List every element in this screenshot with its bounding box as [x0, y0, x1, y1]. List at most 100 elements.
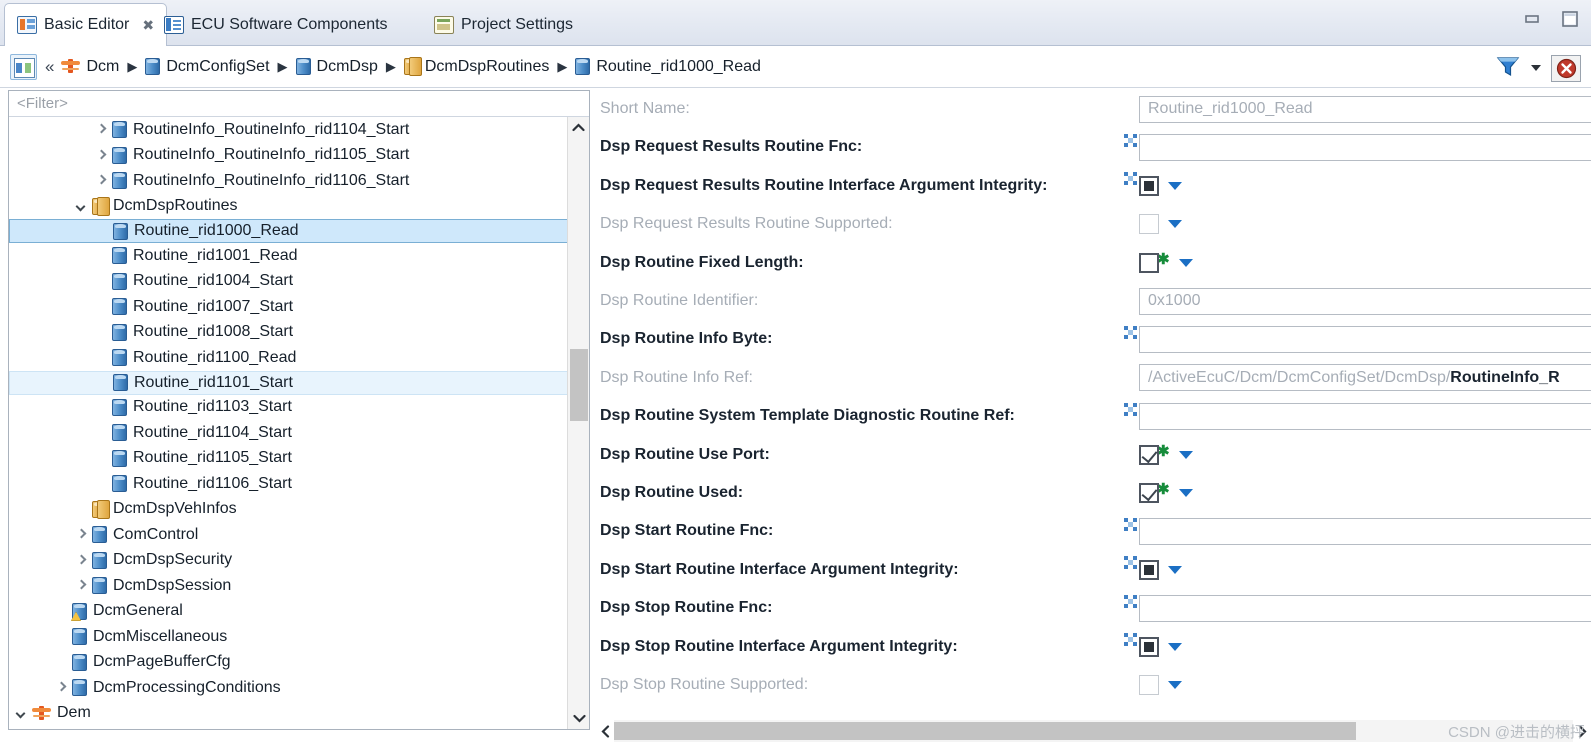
text-input[interactable] — [1139, 325, 1591, 353]
maximize-button[interactable] — [1557, 8, 1583, 30]
tree-filter-input[interactable]: <Filter> — [9, 91, 589, 117]
text-input[interactable] — [1139, 594, 1591, 622]
tree-item[interactable]: Routine_rid1100_Read — [9, 345, 589, 371]
chevron-right-icon[interactable] — [75, 528, 88, 541]
chevron-down-icon[interactable] — [568, 708, 589, 729]
chevron-down-icon[interactable] — [1529, 60, 1543, 78]
chevron-up-icon[interactable] — [568, 117, 589, 138]
chevron-right-icon[interactable] — [95, 123, 108, 136]
model-tree-panel: <Filter> RoutineInfo_RoutineInfo_rid1104… — [8, 90, 590, 730]
tree-item[interactable]: RoutineInfo_RoutineInfo_rid1105_Start — [9, 143, 589, 169]
chevron-down-icon[interactable] — [1178, 258, 1193, 267]
chevron-down-icon[interactable] — [1168, 220, 1182, 229]
reference-path-input[interactable]: /ActiveEcuC/Dcm/DcmConfigSet/DcmDsp/Rout… — [1139, 364, 1591, 392]
tree-scroll-thumb[interactable] — [570, 349, 588, 421]
reference-link-icon[interactable] — [1124, 633, 1137, 647]
tree-item[interactable]: Routine_rid1004_Start — [9, 269, 589, 295]
checkbox[interactable] — [1139, 444, 1159, 465]
breadcrumb-item-dcmconfigset[interactable]: DcmConfigSet — [145, 58, 270, 76]
container-orange-multi-icon — [92, 499, 110, 519]
chevron-down-icon[interactable] — [1168, 642, 1182, 651]
text-input[interactable] — [1139, 133, 1591, 161]
tree-item[interactable]: DcmMiscellaneous — [9, 624, 589, 650]
reference-link-icon[interactable] — [1124, 172, 1137, 186]
tree-item[interactable]: Routine_rid1106_Start — [9, 471, 589, 497]
tree-item-label: RoutineInfo_RoutineInfo_rid1104_Start — [133, 120, 410, 138]
editor-tab-bar: Basic Editor ✖ ECU Software Components P… — [0, 0, 1591, 46]
container-blue-icon — [92, 577, 107, 595]
chevron-down-icon[interactable] — [1178, 489, 1193, 497]
reference-link-icon[interactable] — [1124, 402, 1137, 416]
tab-ecu-software-components[interactable]: ECU Software Components — [152, 4, 400, 46]
tree-item-label: Routine_rid1004_Start — [133, 272, 294, 290]
reference-link-icon[interactable] — [1124, 556, 1137, 570]
form-scroll-thumb[interactable] — [614, 722, 1356, 740]
dcm-module-icon — [61, 58, 81, 75]
tree-item[interactable]: DcmProcessingConditions — [9, 675, 589, 701]
chevron-right-icon[interactable] — [75, 554, 88, 567]
tree-item-label: Routine_rid1103_Start — [133, 398, 292, 416]
chevron-right-icon[interactable] — [75, 579, 88, 592]
reference-link-icon[interactable] — [1124, 517, 1137, 531]
breadcrumb-item-dcmdsp[interactable]: DcmDsp — [295, 58, 378, 76]
tree-item[interactable]: Dem — [9, 701, 589, 727]
outline-view-icon[interactable] — [10, 53, 37, 80]
tree-item[interactable]: DcmDspRoutines — [9, 194, 589, 220]
tree-item[interactable]: Routine_rid1007_Start — [9, 294, 589, 320]
form-horizontal-scrollbar[interactable] — [596, 718, 1591, 744]
reference-link-icon[interactable] — [1124, 594, 1137, 608]
chevron-down-icon[interactable] — [15, 707, 28, 720]
tree-item[interactable]: Routine_rid1103_Start — [9, 395, 589, 421]
breadcrumb-item-routine-rid1000-read[interactable]: Routine_rid1000_Read — [575, 58, 761, 76]
reference-link-icon[interactable] — [1124, 133, 1137, 147]
checkbox[interactable] — [1139, 252, 1159, 273]
minimize-button[interactable] — [1519, 8, 1545, 30]
checkbox[interactable] — [1139, 175, 1159, 196]
form-row-control: Routine_rid1000_Read — [1124, 95, 1591, 123]
reference-link-icon[interactable] — [1124, 325, 1137, 339]
chevron-right-icon[interactable] — [55, 681, 68, 694]
tree-item[interactable]: RoutineInfo_RoutineInfo_rid1104_Start — [9, 117, 589, 143]
chevron-down-icon[interactable] — [1168, 681, 1182, 689]
tree-item[interactable]: Routine_rid1008_Start — [9, 320, 589, 346]
container-blue-icon — [112, 323, 127, 341]
tree-item[interactable]: DcmDspSession — [9, 573, 589, 599]
tree-item[interactable]: Routine_rid1105_Start — [9, 446, 589, 472]
chevron-left-icon[interactable] — [596, 718, 614, 744]
filter-funnel-icon[interactable] — [1495, 54, 1521, 83]
form-scroll-track[interactable] — [614, 720, 1573, 742]
tree-item[interactable]: ComControl — [9, 522, 589, 548]
chevron-down-icon[interactable] — [1168, 181, 1182, 190]
checkbox[interactable] — [1139, 483, 1159, 503]
tab-basic-editor[interactable]: Basic Editor ✖ — [4, 3, 168, 46]
chevron-down-icon[interactable] — [1178, 450, 1193, 459]
tree-item-label: Routine_rid1001_Read — [133, 246, 298, 264]
tree-item[interactable]: Routine_rid1101_Start — [9, 370, 589, 395]
chevron-right-icon[interactable] — [95, 174, 108, 187]
chevron-down-icon[interactable] — [75, 200, 88, 213]
tab-project-settings[interactable]: Project Settings — [422, 4, 585, 46]
breadcrumb-collapse-button[interactable]: « — [45, 57, 54, 77]
checkbox[interactable] — [1139, 636, 1159, 657]
tree-item[interactable]: DcmPageBufferCfg — [9, 650, 589, 676]
tree-item[interactable]: DcmDspSecurity — [9, 548, 589, 574]
text-input[interactable]: 0x1000 — [1139, 287, 1591, 315]
tree-item[interactable]: Routine_rid1001_Read — [9, 243, 589, 269]
text-input[interactable] — [1139, 517, 1591, 545]
text-input[interactable] — [1139, 402, 1591, 430]
tree-item[interactable]: DcmDspVehInfos — [9, 497, 589, 523]
text-input[interactable]: Routine_rid1000_Read — [1139, 95, 1591, 123]
breadcrumb-item-dcm[interactable]: Dcm — [61, 58, 119, 76]
error-close-icon[interactable] — [1551, 55, 1581, 82]
tree-item[interactable]: RoutineInfo_RoutineInfo_rid1106_Start — [9, 168, 589, 194]
breadcrumb-item-dcmdsproutines[interactable]: DcmDspRoutines — [403, 57, 549, 76]
chevron-down-icon[interactable] — [1168, 565, 1182, 574]
container-blue-icon — [112, 398, 127, 416]
container-blue-icon — [112, 298, 127, 316]
tree-item[interactable]: Routine_rid1104_Start — [9, 420, 589, 446]
checkbox[interactable] — [1139, 559, 1159, 580]
tree-item[interactable]: Routine_rid1000_Read — [9, 219, 589, 243]
tree-vertical-scrollbar[interactable] — [567, 117, 589, 729]
chevron-right-icon[interactable] — [95, 149, 108, 162]
tree-item[interactable]: DcmGeneral — [9, 599, 589, 625]
